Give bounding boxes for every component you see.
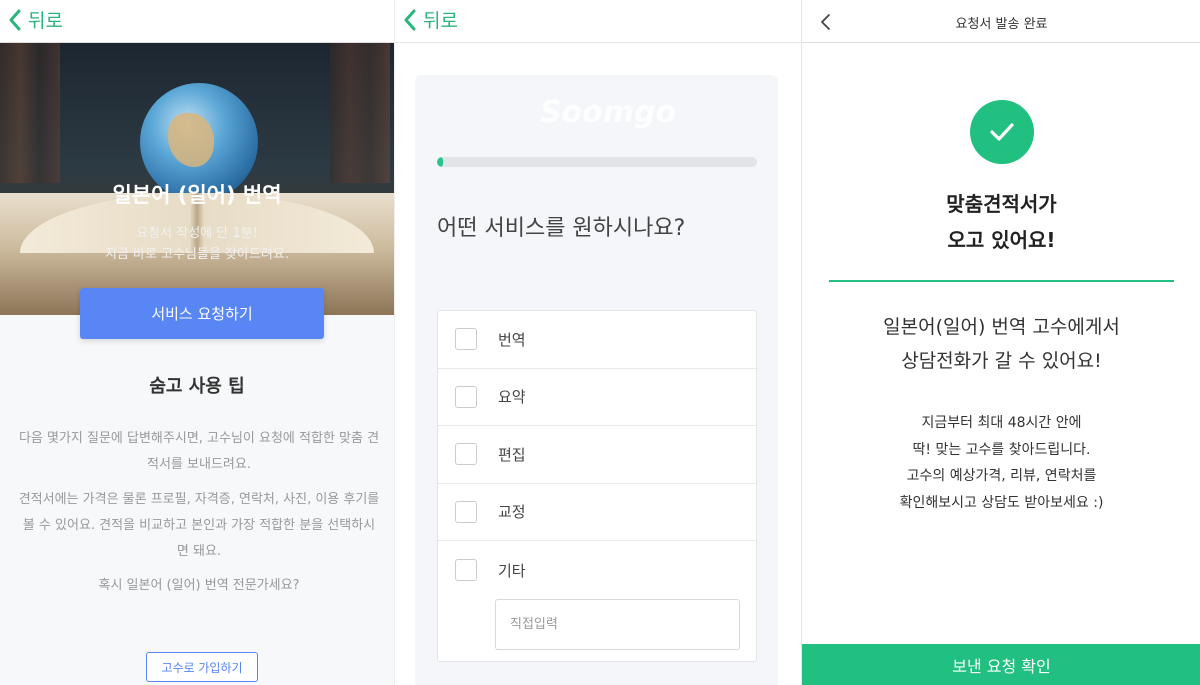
- detail-line: 확인해보시고 상담도 받아보세요 :): [899, 494, 1104, 511]
- hero-banner: 일본어 (일어) 번역 요청서 작성에 단 1분! 지금 바로 고수님들을 찾아…: [0, 43, 394, 315]
- option-label: 요약: [498, 388, 526, 407]
- question-text: 어떤 서비스를 원하시나요?: [437, 216, 686, 241]
- hero-subtitle-line: 요청서 작성에 단 1분!: [136, 226, 258, 241]
- hero-title: 일본어 (일어) 번역: [112, 183, 282, 207]
- top-bar: 요청서 발송 완료: [802, 0, 1200, 43]
- top-bar: 뒤로: [0, 0, 394, 43]
- request-form-screen: 뒤로 Soomgo 어떤 서비스를 원하시나요? 번역 요약 편집 교정 기타: [394, 0, 801, 685]
- progress-bar: [437, 157, 757, 167]
- back-label: 뒤로: [423, 10, 458, 32]
- progress-fill: [437, 157, 443, 167]
- completion-heading: 맞춤견적서가 오고 있어요!: [802, 186, 1200, 258]
- hero-subtitle-line: 지금 바로 고수님들을 찾아드려요.: [105, 247, 289, 262]
- top-bar: 뒤로: [395, 0, 801, 43]
- join-as-expert-button[interactable]: 고수로 가입하기: [146, 652, 258, 682]
- option-summary[interactable]: 요약: [438, 369, 756, 426]
- expert-question: 혹시 일본어 (일어) 번역 전문가세요?: [98, 578, 300, 593]
- detail-line: 고수의 예상가격, 리뷰, 연락처를: [906, 468, 1097, 484]
- bookshelf-decoration: [330, 43, 390, 183]
- option-other[interactable]: 기타: [438, 541, 756, 661]
- completion-message: 일본어(일어) 번역 고수에게서 상담전화가 갈 수 있어요!: [802, 310, 1200, 378]
- chevron-left-icon: [404, 9, 416, 30]
- checkbox[interactable]: [455, 385, 477, 408]
- checkmark-icon: [990, 123, 1014, 141]
- checkbox[interactable]: [455, 559, 477, 581]
- hero-subtitle: 요청서 작성에 단 1분! 지금 바로 고수님들을 찾아드려요.: [0, 223, 394, 265]
- checkbox[interactable]: [455, 500, 477, 523]
- tips-heading: 숨고 사용 팁: [149, 376, 245, 397]
- custom-input-field[interactable]: [495, 599, 740, 650]
- option-label: 편집: [498, 445, 526, 464]
- option-translation[interactable]: 번역: [438, 311, 756, 369]
- option-other-row[interactable]: 기타: [438, 541, 526, 599]
- completion-message-line: 상담전화가 갈 수 있어요!: [901, 350, 1102, 372]
- detail-line: 딱! 맞는 고수를 찾아드립니다.: [912, 441, 1091, 458]
- success-badge: [970, 100, 1034, 164]
- option-label: 교정: [498, 503, 526, 522]
- service-intro-screen: 뒤로 일본어 (일어) 번역 요청서 작성에 단 1분! 지금 바로 고수님들을…: [0, 0, 394, 685]
- bookshelf-decoration: [0, 43, 60, 183]
- detail-line: 지금부터 최대 48시간 안에: [921, 415, 1082, 431]
- view-sent-request-button[interactable]: 보낸 요청 확인: [802, 644, 1200, 685]
- back-button[interactable]: 뒤로: [8, 6, 63, 33]
- completion-details: 지금부터 최대 48시간 안에 딱! 맞는 고수를 찾아드립니다. 고수의 예상…: [802, 410, 1200, 516]
- completion-heading-line: 맞춤견적서가: [946, 192, 1057, 216]
- chevron-left-icon: [9, 9, 21, 30]
- request-service-button[interactable]: 서비스 요청하기: [80, 288, 324, 339]
- tip-paragraph: 견적서에는 가격은 물론 프로필, 자격증, 연락처, 사진, 이용 후기를 볼…: [18, 492, 380, 559]
- completion-heading-line: 오고 있어요!: [947, 228, 1056, 252]
- back-button[interactable]: 뒤로: [403, 6, 458, 33]
- service-options-list: 번역 요약 편집 교정 기타: [437, 310, 757, 662]
- checkbox[interactable]: [455, 328, 477, 351]
- option-label: 번역: [498, 330, 526, 349]
- page-title: 요청서 발송 완료: [955, 17, 1048, 32]
- back-label: 뒤로: [28, 10, 63, 32]
- option-label: 기타: [498, 561, 526, 580]
- request-complete-screen: 요청서 발송 완료 맞춤견적서가 오고 있어요! 일본어(일어) 번역 고수에게…: [801, 0, 1200, 685]
- soomgo-watermark: Soomgo: [540, 95, 677, 130]
- tip-paragraph: 다음 몇가지 질문에 답변해주시면, 고수님이 요청에 적합한 맞춤 견적서를 …: [18, 431, 380, 472]
- divider: [829, 280, 1174, 282]
- checkbox[interactable]: [455, 443, 477, 466]
- option-editing[interactable]: 편집: [438, 426, 756, 484]
- option-proofreading[interactable]: 교정: [438, 484, 756, 541]
- completion-message-line: 일본어(일어) 번역 고수에게서: [883, 316, 1120, 338]
